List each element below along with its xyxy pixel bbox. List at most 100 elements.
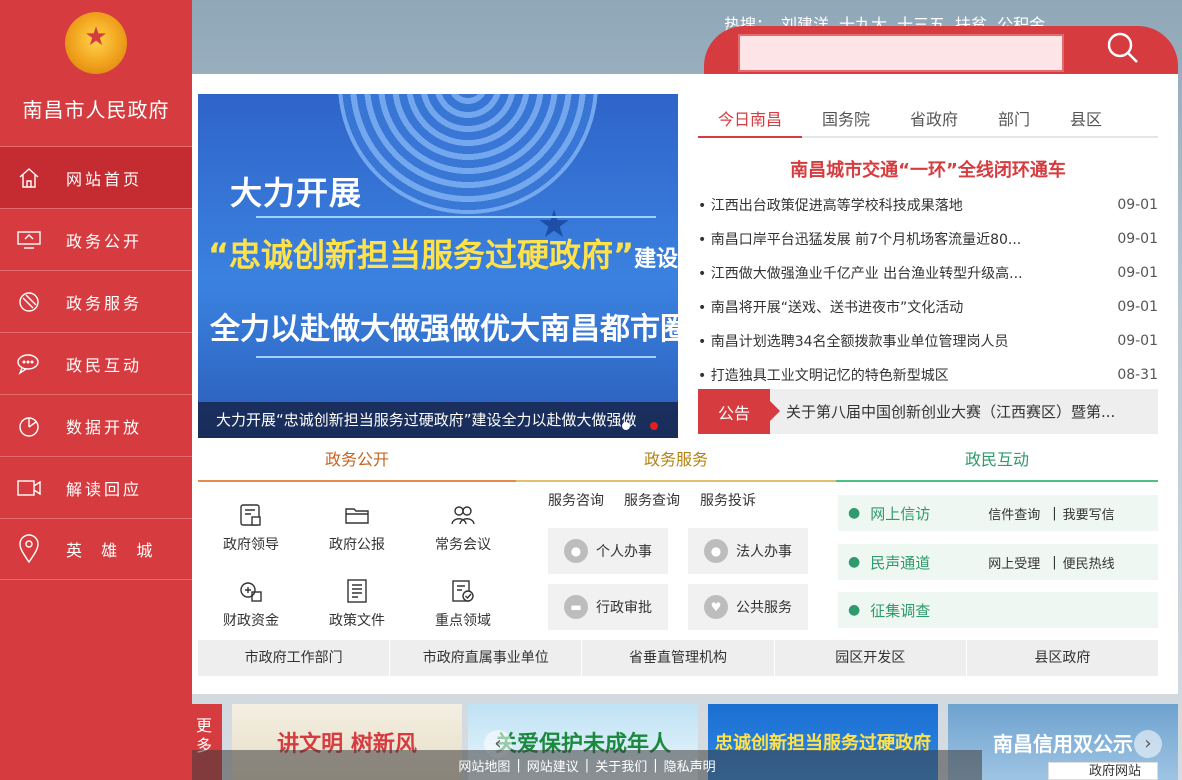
service-button-label: 公共服务 — [736, 600, 792, 616]
letter-query-link[interactable]: 信件查询 — [988, 504, 1040, 523]
tab-province[interactable]: 省政府 — [890, 100, 978, 136]
sidebar-item-home[interactable]: 网站首页 — [0, 146, 192, 208]
carousel-dot-active[interactable] — [650, 422, 658, 430]
sidebar-item-hero-city[interactable]: 英 雄 城 — [0, 518, 192, 580]
online-petition-link[interactable]: 网上信访 — [870, 503, 988, 524]
banner-line2-suffix: 建设 — [634, 247, 678, 272]
tab-counties[interactable]: 县区 — [1050, 100, 1122, 136]
sidebar-item-interpretation[interactable]: 解读回应 — [0, 456, 192, 518]
news-date: 09-01 — [1117, 197, 1158, 213]
sidebar-item-interaction[interactable]: 政民互动 — [0, 332, 192, 394]
site-logo[interactable]: 南昌市人民政府 — [0, 0, 192, 146]
corporate-affairs-button[interactable]: ● 法人办事 — [688, 528, 808, 574]
gov-item-label: 政府领导 — [223, 537, 279, 553]
gov-item-finance[interactable]: 财政资金 — [198, 576, 304, 630]
bullet-icon: ● — [848, 554, 861, 570]
notice-tag: 公告 — [698, 389, 780, 434]
chat-icon — [16, 351, 42, 377]
online-acceptance-link[interactable]: 网上受理 — [988, 553, 1040, 572]
org-link[interactable]: 省垂直管理机构 — [582, 640, 775, 676]
personal-affairs-button[interactable]: ● 个人办事 — [548, 528, 668, 574]
gov-item-policy[interactable]: 政策文件 — [304, 576, 410, 630]
section-gov-open[interactable]: 政务公开 — [198, 446, 516, 482]
org-link[interactable]: 市政府工作部门 — [198, 640, 391, 676]
carousel-next-button[interactable]: › — [1134, 730, 1162, 758]
search-button[interactable] — [1068, 26, 1178, 74]
org-link[interactable]: 市政府直属事业单位 — [390, 640, 583, 676]
search-icon — [1106, 31, 1140, 69]
hotline-link[interactable]: 便民热线 — [1063, 553, 1115, 572]
bullet-icon: ● — [848, 505, 861, 521]
news-title: 打造独具工业文明记忆的特色新型城区 — [710, 368, 949, 384]
banner-line2-main: “忠诚创新担当服务过硬政府” — [208, 236, 635, 274]
footer-link-privacy[interactable]: 隐私声明 — [660, 756, 720, 775]
tab-state-council[interactable]: 国务院 — [802, 100, 890, 136]
service-link[interactable]: 服务投诉 — [700, 490, 756, 510]
pie-icon — [16, 413, 42, 439]
national-emblem-icon — [65, 12, 127, 74]
section-interaction[interactable]: 政民互动 — [836, 446, 1158, 482]
admin-approval-button[interactable]: ▬ 行政审批 — [548, 584, 668, 630]
news-date: 08-31 — [1117, 367, 1158, 383]
section-gov-service[interactable]: 政务服务 — [516, 446, 836, 482]
gov-item-key-areas[interactable]: 重点领域 — [410, 576, 516, 630]
banner-line1: 大力开展 — [230, 174, 363, 212]
news-item[interactable]: • 江西做大做强渔业千亿产业 出台渔业转型升级高... 09-01 — [698, 256, 1158, 290]
org-link[interactable]: 县区政府 — [967, 640, 1158, 676]
footer-links: 网站地图 | 网站建议 | 关于我们 | 隐私声明 — [192, 750, 982, 780]
banner-carousel[interactable]: ★ 大力开展 “忠诚创新担当服务过硬政府”建设 全力以赴做大做强做优大南昌都市圈… — [198, 94, 678, 438]
news-date: 09-01 — [1117, 333, 1158, 349]
corporate-icon: ● — [704, 539, 728, 563]
service-link[interactable]: 服务咨询 — [548, 490, 604, 510]
gov-open-grid: 政府领导 政府公报 常务会议 财政资金 政策文件 重点领域 — [198, 500, 516, 630]
leader-icon — [236, 500, 266, 530]
service-icon — [16, 289, 42, 315]
service-button-label: 行政审批 — [596, 600, 652, 616]
footer-link-sitemap[interactable]: 网站地图 — [454, 756, 514, 775]
banner-divider — [256, 216, 656, 218]
gov-item-gazette[interactable]: 政府公报 — [304, 500, 410, 554]
promo-title: 南昌信用双公示 — [993, 731, 1133, 756]
service-link[interactable]: 服务查询 — [624, 490, 680, 510]
banner-decoration — [338, 94, 598, 214]
news-item[interactable]: • 南昌将开展“送戏、送书进夜市”文化活动 09-01 — [698, 290, 1158, 324]
video-icon — [16, 475, 42, 501]
sidebar-item-open-data[interactable]: 数据开放 — [0, 394, 192, 456]
news-item[interactable]: • 江西出台政策促进高等学校科技成果落地 09-01 — [698, 188, 1158, 222]
service-button-label: 法人办事 — [736, 544, 792, 560]
news-title: 南昌将开展“送戏、送书进夜市”文化活动 — [710, 300, 964, 316]
interaction-row: ● 征集调查 — [838, 592, 1158, 628]
news-tabs: 今日南昌 国务院 省政府 部门 县区 — [698, 100, 1158, 138]
gov-item-meetings[interactable]: 常务会议 — [410, 500, 516, 554]
carousel-dot[interactable] — [622, 422, 630, 430]
banner-caption[interactable]: 大力开展“忠诚创新担当服务过硬政府”建设全力以赴做大做强做 — [198, 402, 678, 438]
sidebar-item-label: 解读回应 — [66, 479, 143, 499]
gov-item-label: 重点领域 — [435, 613, 491, 629]
news-item[interactable]: • 南昌口岸平台迅猛发展 前7个月机场客流量近80... 09-01 — [698, 222, 1158, 256]
public-service-button[interactable]: ♥ 公共服务 — [688, 584, 808, 630]
gov-website-badge[interactable]: 政府网站 — [1048, 762, 1158, 780]
write-letter-link[interactable]: 我要写信 — [1063, 504, 1115, 523]
sidebar-item-gov-service[interactable]: 政务服务 — [0, 270, 192, 332]
sidebar-item-label: 英 雄 城 — [66, 541, 156, 560]
sidebar-item-gov-open[interactable]: 政务公开 — [0, 208, 192, 270]
tab-departments[interactable]: 部门 — [978, 100, 1050, 136]
sidebar-item-label: 网站首页 — [66, 169, 143, 189]
separator: | — [653, 757, 658, 773]
location-icon — [16, 534, 42, 564]
news-title: 江西出台政策促进高等学校科技成果落地 — [710, 198, 963, 214]
public-voice-link[interactable]: 民声通道 — [870, 552, 988, 573]
news-date: 09-01 — [1117, 299, 1158, 315]
org-link[interactable]: 园区开发区 — [775, 640, 967, 676]
news-item[interactable]: • 打造独具工业文明记忆的特色新型城区 08-31 — [698, 358, 1158, 392]
news-date: 09-01 — [1117, 231, 1158, 247]
footer-link-suggestion[interactable]: 网站建议 — [523, 756, 583, 775]
gov-item-leaders[interactable]: 政府领导 — [198, 500, 304, 554]
news-headline[interactable]: 南昌城市交通“一环”全线闭环通车 — [698, 156, 1158, 182]
notice-text[interactable]: 关于第八届中国创新创业大赛（江西赛区）暨第... — [786, 401, 1115, 422]
tab-today-nanchang[interactable]: 今日南昌 — [698, 100, 802, 138]
footer-link-about[interactable]: 关于我们 — [591, 756, 651, 775]
news-item[interactable]: • 南昌计划选聘34名全额拨款事业单位管理岗人员 09-01 — [698, 324, 1158, 358]
search-input[interactable] — [738, 34, 1064, 72]
survey-link[interactable]: 征集调查 — [870, 600, 988, 621]
